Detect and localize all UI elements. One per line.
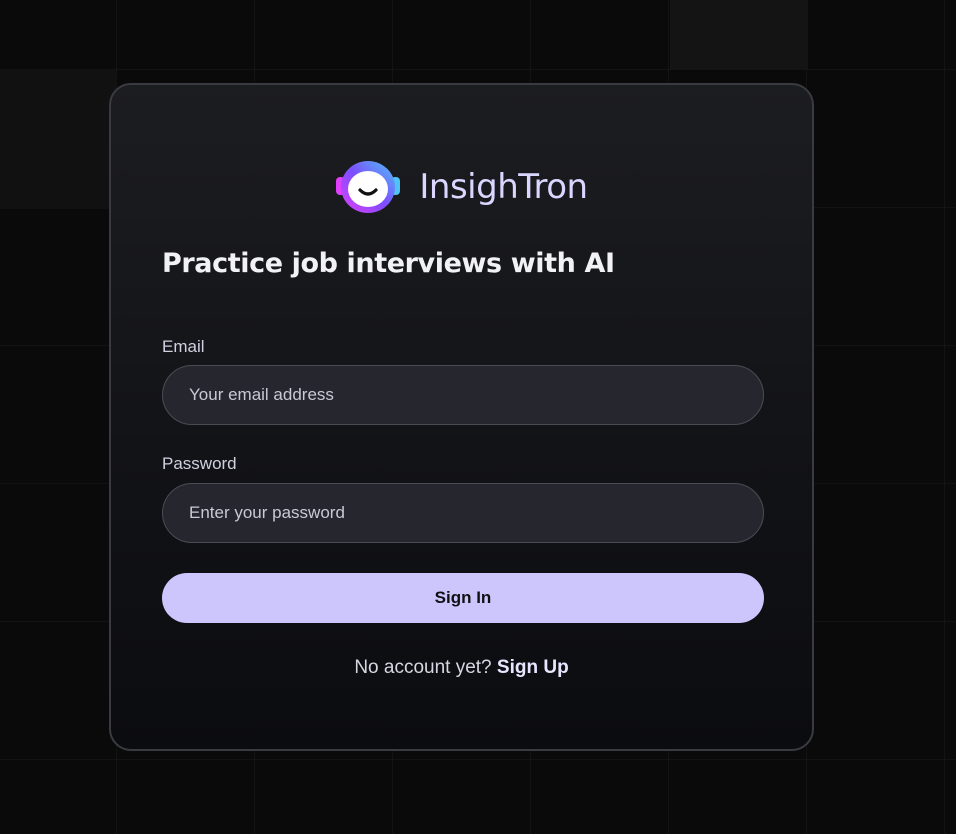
background-tile <box>0 69 116 209</box>
robot-face-icon <box>336 161 401 213</box>
email-field[interactable] <box>162 365 764 425</box>
password-field[interactable] <box>162 483 764 543</box>
email-label: Email <box>162 337 205 356</box>
brand-header: InsighTron <box>111 159 812 215</box>
brand-name: InsighTron <box>419 167 588 207</box>
sign-up-link[interactable]: Sign Up <box>497 657 569 678</box>
password-label: Password <box>162 454 237 473</box>
page-title: Practice job interviews with AI <box>162 248 615 279</box>
sign-in-button[interactable]: Sign In <box>162 573 764 623</box>
background-tile <box>670 0 808 69</box>
signup-prompt-text: No account yet? <box>354 657 492 678</box>
signup-prompt-row: No account yet? Sign Up <box>111 657 812 679</box>
login-card: InsighTron Practice job interviews with … <box>109 83 814 751</box>
